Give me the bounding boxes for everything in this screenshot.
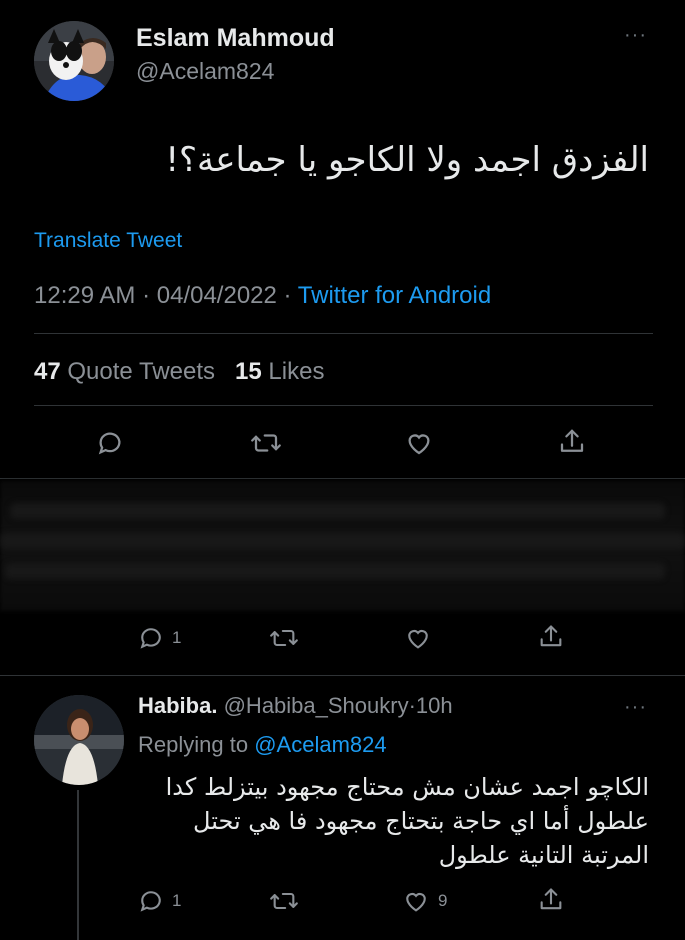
retweet-button[interactable] <box>268 887 300 915</box>
replying-handle-link[interactable]: @Acelam824 <box>254 732 386 757</box>
reply-count: 1 <box>172 628 182 647</box>
share-button[interactable] <box>537 622 565 652</box>
reply-author-avatar[interactable] <box>34 695 124 785</box>
retweet-icon <box>251 434 281 452</box>
author-handle[interactable]: @Acelam824 <box>136 58 274 85</box>
divider <box>34 333 653 334</box>
author-name[interactable]: Eslam Mahmoud <box>136 24 335 53</box>
meta-separator: · <box>283 282 292 309</box>
tweet-time: 12:29 AM <box>34 282 136 309</box>
like-count: 9 <box>438 891 448 910</box>
reply-text-line: الكاچو اجمد عشان مش محتاج مجهود بيتزلط ك… <box>165 773 649 801</box>
meta-separator: · <box>142 282 151 309</box>
reply-icon <box>140 628 161 649</box>
more-icon[interactable]: ··· <box>624 696 647 719</box>
divider <box>0 478 685 479</box>
reply-count: 1 <box>172 891 182 910</box>
translate-tweet-link[interactable]: Translate Tweet <box>34 229 182 253</box>
reply-icon <box>98 432 121 455</box>
share-button[interactable] <box>537 885 565 915</box>
reply-button[interactable]: 1 <box>137 887 181 915</box>
share-icon <box>540 625 562 647</box>
reply-icon <box>140 891 161 912</box>
more-icon[interactable]: ··· <box>624 24 647 47</box>
like-icon <box>408 434 430 455</box>
divider <box>34 405 653 406</box>
share-button[interactable] <box>557 426 587 458</box>
reply-timestamp[interactable]: 10h <box>416 693 453 718</box>
reply-header: Habiba. @Habiba_Shoukry·10h <box>138 693 453 719</box>
quote-label: Quote Tweets <box>67 358 216 385</box>
reply-text-line: المرتبة التانية علطول <box>438 841 649 869</box>
like-button[interactable] <box>403 624 433 652</box>
retweet-button[interactable] <box>249 428 283 458</box>
like-icon <box>408 629 428 649</box>
retweet-button[interactable] <box>268 624 300 652</box>
reply-text: الكاچو اجمد عشان مش محتاج مجهود بيتزلط ك… <box>129 770 649 872</box>
reply-button[interactable] <box>95 428 125 458</box>
like-button[interactable]: 9 <box>401 887 447 915</box>
retweet-icon <box>270 892 298 910</box>
like-button[interactable] <box>403 428 435 458</box>
like-count: 15 <box>235 358 262 385</box>
tweet-date: 04/04/2022 <box>156 282 277 309</box>
tweet-meta: 12:29 AM · 04/04/2022 · Twitter for Andr… <box>34 282 491 310</box>
likes-label: Likes <box>268 358 325 385</box>
like-icon <box>406 892 426 912</box>
share-icon <box>540 888 562 910</box>
reply-author-handle[interactable]: @Habiba_Shoukry <box>224 693 409 718</box>
reply-button[interactable]: 1 <box>137 624 181 652</box>
header-separator: · <box>408 693 416 718</box>
reply-author-name[interactable]: Habiba. <box>138 693 217 718</box>
reply-text-line: علطول أما اي حاجة بتحتاج مجهود فا هي تحت… <box>193 807 649 835</box>
replying-prefix: Replying to <box>138 732 249 757</box>
redacted-scribble <box>0 481 685 611</box>
quote-count: 47 <box>34 358 61 385</box>
retweet-icon <box>270 629 298 647</box>
quote-tweets-stat[interactable]: 47 Quote Tweets <box>34 358 215 385</box>
author-avatar[interactable] <box>34 21 114 101</box>
tweet-detail-page: Eslam Mahmoud @Acelam824 ··· الفزدق اجمد… <box>0 0 685 940</box>
likes-stat[interactable]: 15 Likes <box>235 358 324 385</box>
share-icon <box>560 429 584 452</box>
tweet-text: الفزدق اجمد ولا الكاجو يا جماعة؟! <box>165 140 649 180</box>
engagement-stats: 47 Quote Tweets 15 Likes <box>34 358 324 386</box>
divider <box>0 675 685 676</box>
replying-to: Replying to @Acelam824 <box>138 732 387 758</box>
tweet-source-link[interactable]: Twitter for Android <box>298 282 491 309</box>
thread-connector-line <box>77 790 79 940</box>
